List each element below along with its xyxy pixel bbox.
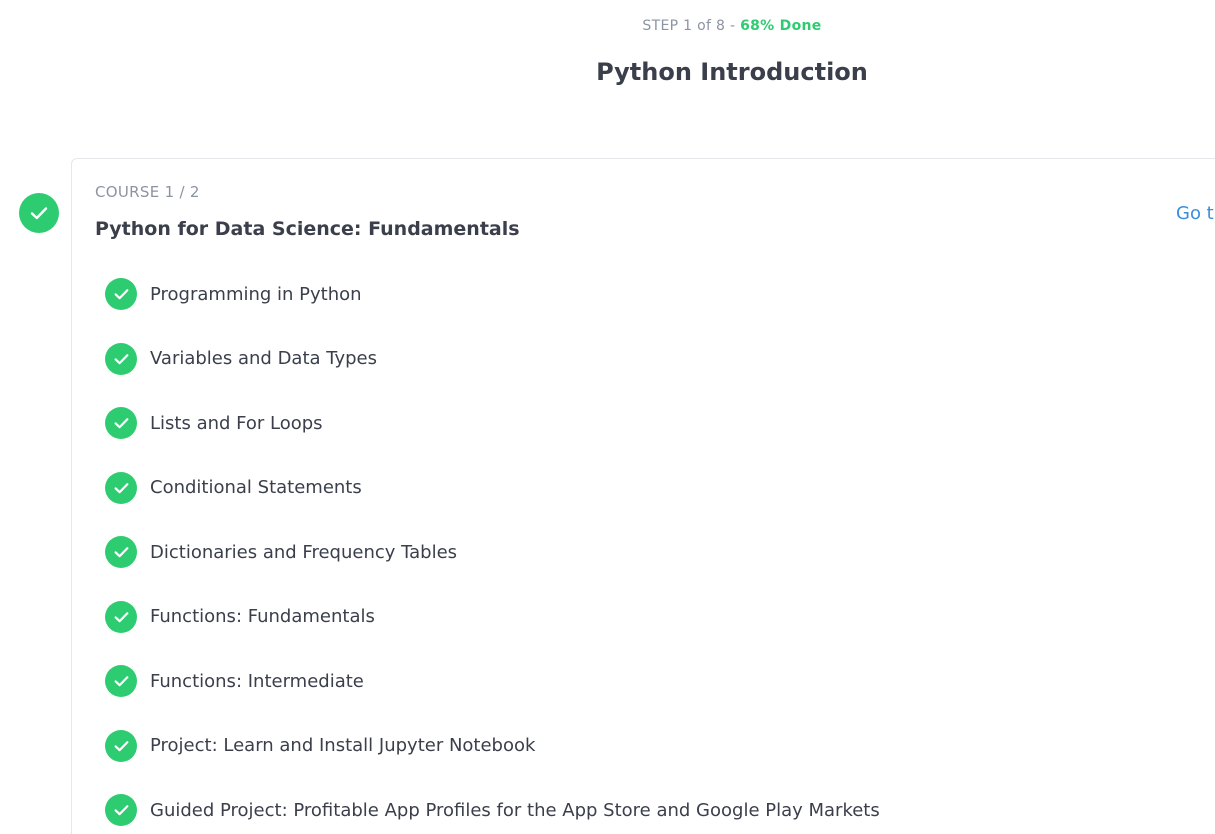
lesson-item[interactable]: Guided Project: Profitable App Profiles …: [105, 778, 880, 834]
course-label-index: 1 / 2: [164, 183, 200, 201]
lesson-list: Programming in Python Variables and Data …: [105, 278, 880, 834]
course-label-prefix: COURSE: [95, 183, 160, 201]
lesson-completed-checkmark-icon: [105, 729, 137, 762]
checkmark-icon: [114, 547, 128, 558]
step-prefix: STEP: [642, 18, 679, 34]
step-current: 1: [683, 18, 693, 34]
lesson-completed-checkmark-icon: [105, 794, 137, 827]
lesson-completed-checkmark-icon: [105, 471, 137, 504]
checkmark-icon: [114, 740, 128, 751]
page-title: Python Introduction: [596, 58, 868, 86]
lesson-completed-checkmark-icon: [105, 278, 137, 311]
lesson-completed-checkmark-icon: [105, 342, 137, 375]
course-title: Python for Data Science: Fundamentals: [95, 218, 520, 240]
lesson-label: Dictionaries and Frequency Tables: [150, 541, 458, 563]
lesson-label: Lists and For Loops: [150, 412, 323, 434]
checkmark-icon: [114, 482, 128, 493]
checkmark-icon: [114, 805, 128, 816]
checkmark-icon: [114, 353, 128, 364]
lesson-item[interactable]: Lists and For Loops: [105, 391, 880, 456]
lesson-item[interactable]: Dictionaries and Frequency Tables: [105, 520, 880, 585]
checkmark-icon: [114, 418, 128, 429]
lesson-item[interactable]: Programming in Python: [105, 262, 880, 327]
lesson-item[interactable]: Variables and Data Types: [105, 327, 880, 392]
progress-done-text: 68% Done: [740, 18, 822, 34]
step-separator: -: [729, 18, 736, 34]
step-total: 8: [715, 18, 726, 34]
lesson-label: Functions: Intermediate: [150, 670, 364, 692]
lesson-label: Project: Learn and Install Jupyter Noteb…: [150, 735, 536, 757]
lesson-item[interactable]: Project: Learn and Install Jupyter Noteb…: [105, 714, 880, 779]
checkmark-icon: [114, 611, 128, 622]
lesson-completed-checkmark-icon: [105, 600, 137, 633]
course-completed-checkmark-icon: [19, 193, 59, 233]
lesson-item[interactable]: Functions: Intermediate: [105, 649, 880, 714]
checkmark-icon: [114, 289, 128, 300]
lesson-item[interactable]: Conditional Statements: [105, 456, 880, 521]
lesson-completed-checkmark-icon: [105, 407, 137, 440]
lesson-completed-checkmark-icon: [105, 665, 137, 698]
lesson-label: Programming in Python: [150, 283, 362, 305]
course-index-label: COURSE 1 / 2: [95, 183, 200, 201]
checkmark-icon: [30, 207, 48, 220]
go-to-course-link[interactable]: Go t: [1176, 203, 1214, 224]
lesson-item[interactable]: Functions: Fundamentals: [105, 585, 880, 650]
step-of: of: [697, 18, 712, 34]
lesson-completed-checkmark-icon: [105, 536, 137, 569]
learning-path-page: STEP 1 of 8 - 68% Done Python Introducti…: [0, 0, 1215, 834]
lesson-label: Guided Project: Profitable App Profiles …: [150, 799, 880, 821]
checkmark-icon: [114, 676, 128, 687]
step-progress-header: STEP 1 of 8 - 68% Done: [0, 18, 1215, 34]
lesson-label: Functions: Fundamentals: [150, 606, 375, 628]
lesson-label: Conditional Statements: [150, 477, 362, 499]
lesson-label: Variables and Data Types: [150, 348, 377, 370]
